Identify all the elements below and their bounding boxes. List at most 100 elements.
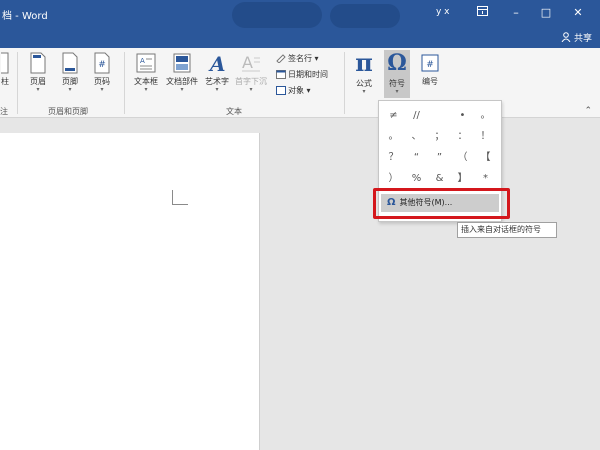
- page-number-button[interactable]: # 页码 ▾: [90, 52, 114, 93]
- footer-label: 页脚: [62, 77, 78, 86]
- quick-parts-button[interactable]: 文档部件 ▾: [164, 52, 200, 93]
- pi-icon: π: [355, 48, 373, 77]
- textbox-icon: A: [136, 53, 156, 73]
- partial-ribbon-button[interactable]: 柱: [0, 52, 10, 87]
- datetime-label: 日期和时间: [288, 70, 328, 79]
- chevron-down-icon: ▾: [36, 86, 40, 93]
- symbol-cell[interactable]: 。: [475, 105, 496, 126]
- symbol-cell[interactable]: 、: [406, 126, 427, 147]
- chevron-down-icon: ▾: [144, 86, 148, 93]
- footer-icon: [62, 52, 78, 74]
- ribbon-display-options-button[interactable]: [472, 4, 492, 22]
- quick-parts-icon: [173, 53, 191, 73]
- symbol-cell[interactable]: 。: [383, 126, 404, 147]
- highlight-box: [373, 188, 510, 219]
- partial-button-label: 柱: [1, 77, 9, 86]
- group-divider: [17, 52, 18, 114]
- chevron-down-icon: ▾: [100, 86, 104, 93]
- header-icon: [30, 52, 46, 74]
- maximize-button[interactable]: □: [536, 4, 556, 22]
- number-label: 编号: [422, 77, 438, 86]
- object-button[interactable]: 对象 ▾: [276, 85, 311, 96]
- share-button[interactable]: 共享: [561, 31, 592, 44]
- symbol-cell[interactable]: %: [406, 168, 427, 189]
- background-blob: [232, 2, 322, 28]
- minimize-button[interactable]: –: [506, 4, 526, 22]
- person-icon: [561, 32, 571, 43]
- signature-line-icon: [276, 54, 286, 63]
- chevron-down-icon: ▾: [180, 86, 184, 93]
- footer-button[interactable]: 页脚 ▾: [58, 52, 82, 93]
- svg-text:A: A: [140, 57, 145, 65]
- symbol-cell[interactable]: ？: [383, 147, 404, 168]
- chevron-down-icon: ▾: [68, 86, 72, 93]
- svg-text:#: #: [98, 60, 106, 70]
- background-blob: [330, 4, 400, 28]
- group-divider: [124, 52, 125, 114]
- title-bar: 档 - Word y x – □ ✕: [0, 0, 600, 28]
- wordart-button[interactable]: A 艺术字 ▾: [202, 52, 232, 93]
- symbol-cell[interactable]: “: [406, 147, 427, 168]
- margin-corner-mark: [172, 190, 188, 205]
- chevron-down-icon: ▾: [249, 86, 253, 93]
- symbol-cell[interactable]: ≠: [383, 105, 404, 126]
- symbol-cell[interactable]: *: [475, 168, 496, 189]
- ribbon-display-icon: [476, 6, 488, 16]
- symbol-cell[interactable]: •: [452, 105, 473, 126]
- equation-label: 公式: [356, 79, 372, 88]
- drop-cap-label: 首字下沉: [235, 77, 267, 86]
- object-label: 对象: [288, 86, 304, 95]
- textbox-label: 文本框: [134, 77, 158, 86]
- symbol-cell[interactable]: ”: [429, 147, 450, 168]
- header-label: 页眉: [30, 77, 46, 86]
- partial-group-label: 注: [0, 107, 8, 116]
- page-icon: [1, 52, 9, 74]
- signature-line-button[interactable]: 签名行 ▾: [276, 53, 319, 64]
- header-button[interactable]: 页眉 ▾: [26, 52, 50, 93]
- user-name[interactable]: y x: [436, 7, 450, 17]
- datetime-button[interactable]: 日期和时间: [276, 69, 328, 80]
- share-bar: 共享: [0, 28, 600, 48]
- symbol-cell[interactable]: ；: [429, 126, 450, 147]
- symbol-cell[interactable]: ）: [383, 168, 404, 189]
- signature-line-label: 签名行: [288, 54, 312, 63]
- symbol-button[interactable]: Ω 符号 ▾: [384, 50, 410, 98]
- share-label: 共享: [573, 34, 592, 44]
- svg-text:A: A: [208, 52, 226, 74]
- symbol-cell[interactable]: [429, 105, 450, 126]
- omega-icon: Ω: [387, 50, 407, 76]
- ribbon: 柱 注 页眉 ▾ 页脚 ▾ # 页码 ▾ 页眉和页脚 A 文本框 ▾ 文档部件 …: [0, 48, 600, 118]
- calendar-icon: [276, 70, 286, 79]
- tooltip: 插入来自对话框的符号: [457, 222, 557, 238]
- group-divider: [344, 52, 345, 114]
- svg-text:#: #: [426, 60, 434, 70]
- symbol-cell[interactable]: 【: [475, 147, 496, 168]
- svg-text:A: A: [242, 53, 253, 72]
- chevron-down-icon: ▾: [362, 88, 366, 95]
- page-number-icon: #: [94, 52, 110, 74]
- symbol-cell[interactable]: &: [429, 168, 450, 189]
- drop-cap-button[interactable]: A 首字下沉 ▾: [233, 52, 269, 93]
- symbol-cell[interactable]: 】: [452, 168, 473, 189]
- document-page[interactable]: [0, 133, 260, 450]
- symbol-label: 符号: [389, 79, 405, 88]
- close-button[interactable]: ✕: [568, 4, 588, 22]
- symbol-cell[interactable]: ：: [452, 126, 473, 147]
- quick-parts-label: 文档部件: [166, 77, 198, 86]
- wordart-label: 艺术字: [205, 77, 229, 86]
- collapse-ribbon-icon[interactable]: ⌃: [584, 106, 592, 116]
- number-icon: #: [421, 54, 439, 72]
- group-label-header-footer: 页眉和页脚: [48, 107, 88, 116]
- window-title: 档 - Word: [2, 11, 48, 22]
- chevron-down-icon: ▾: [215, 86, 219, 93]
- wordart-icon: A: [208, 52, 226, 74]
- symbol-cell[interactable]: （: [452, 147, 473, 168]
- symbol-cell[interactable]: //: [406, 105, 427, 126]
- drop-cap-icon: A: [242, 53, 260, 72]
- equation-button[interactable]: π 公式 ▾: [352, 50, 376, 95]
- textbox-button[interactable]: A 文本框 ▾: [130, 52, 162, 93]
- number-button[interactable]: # 编号: [418, 52, 442, 87]
- symbol-cell[interactable]: ！: [475, 126, 496, 147]
- chevron-down-icon: ▾: [395, 88, 399, 95]
- object-icon: [276, 86, 286, 95]
